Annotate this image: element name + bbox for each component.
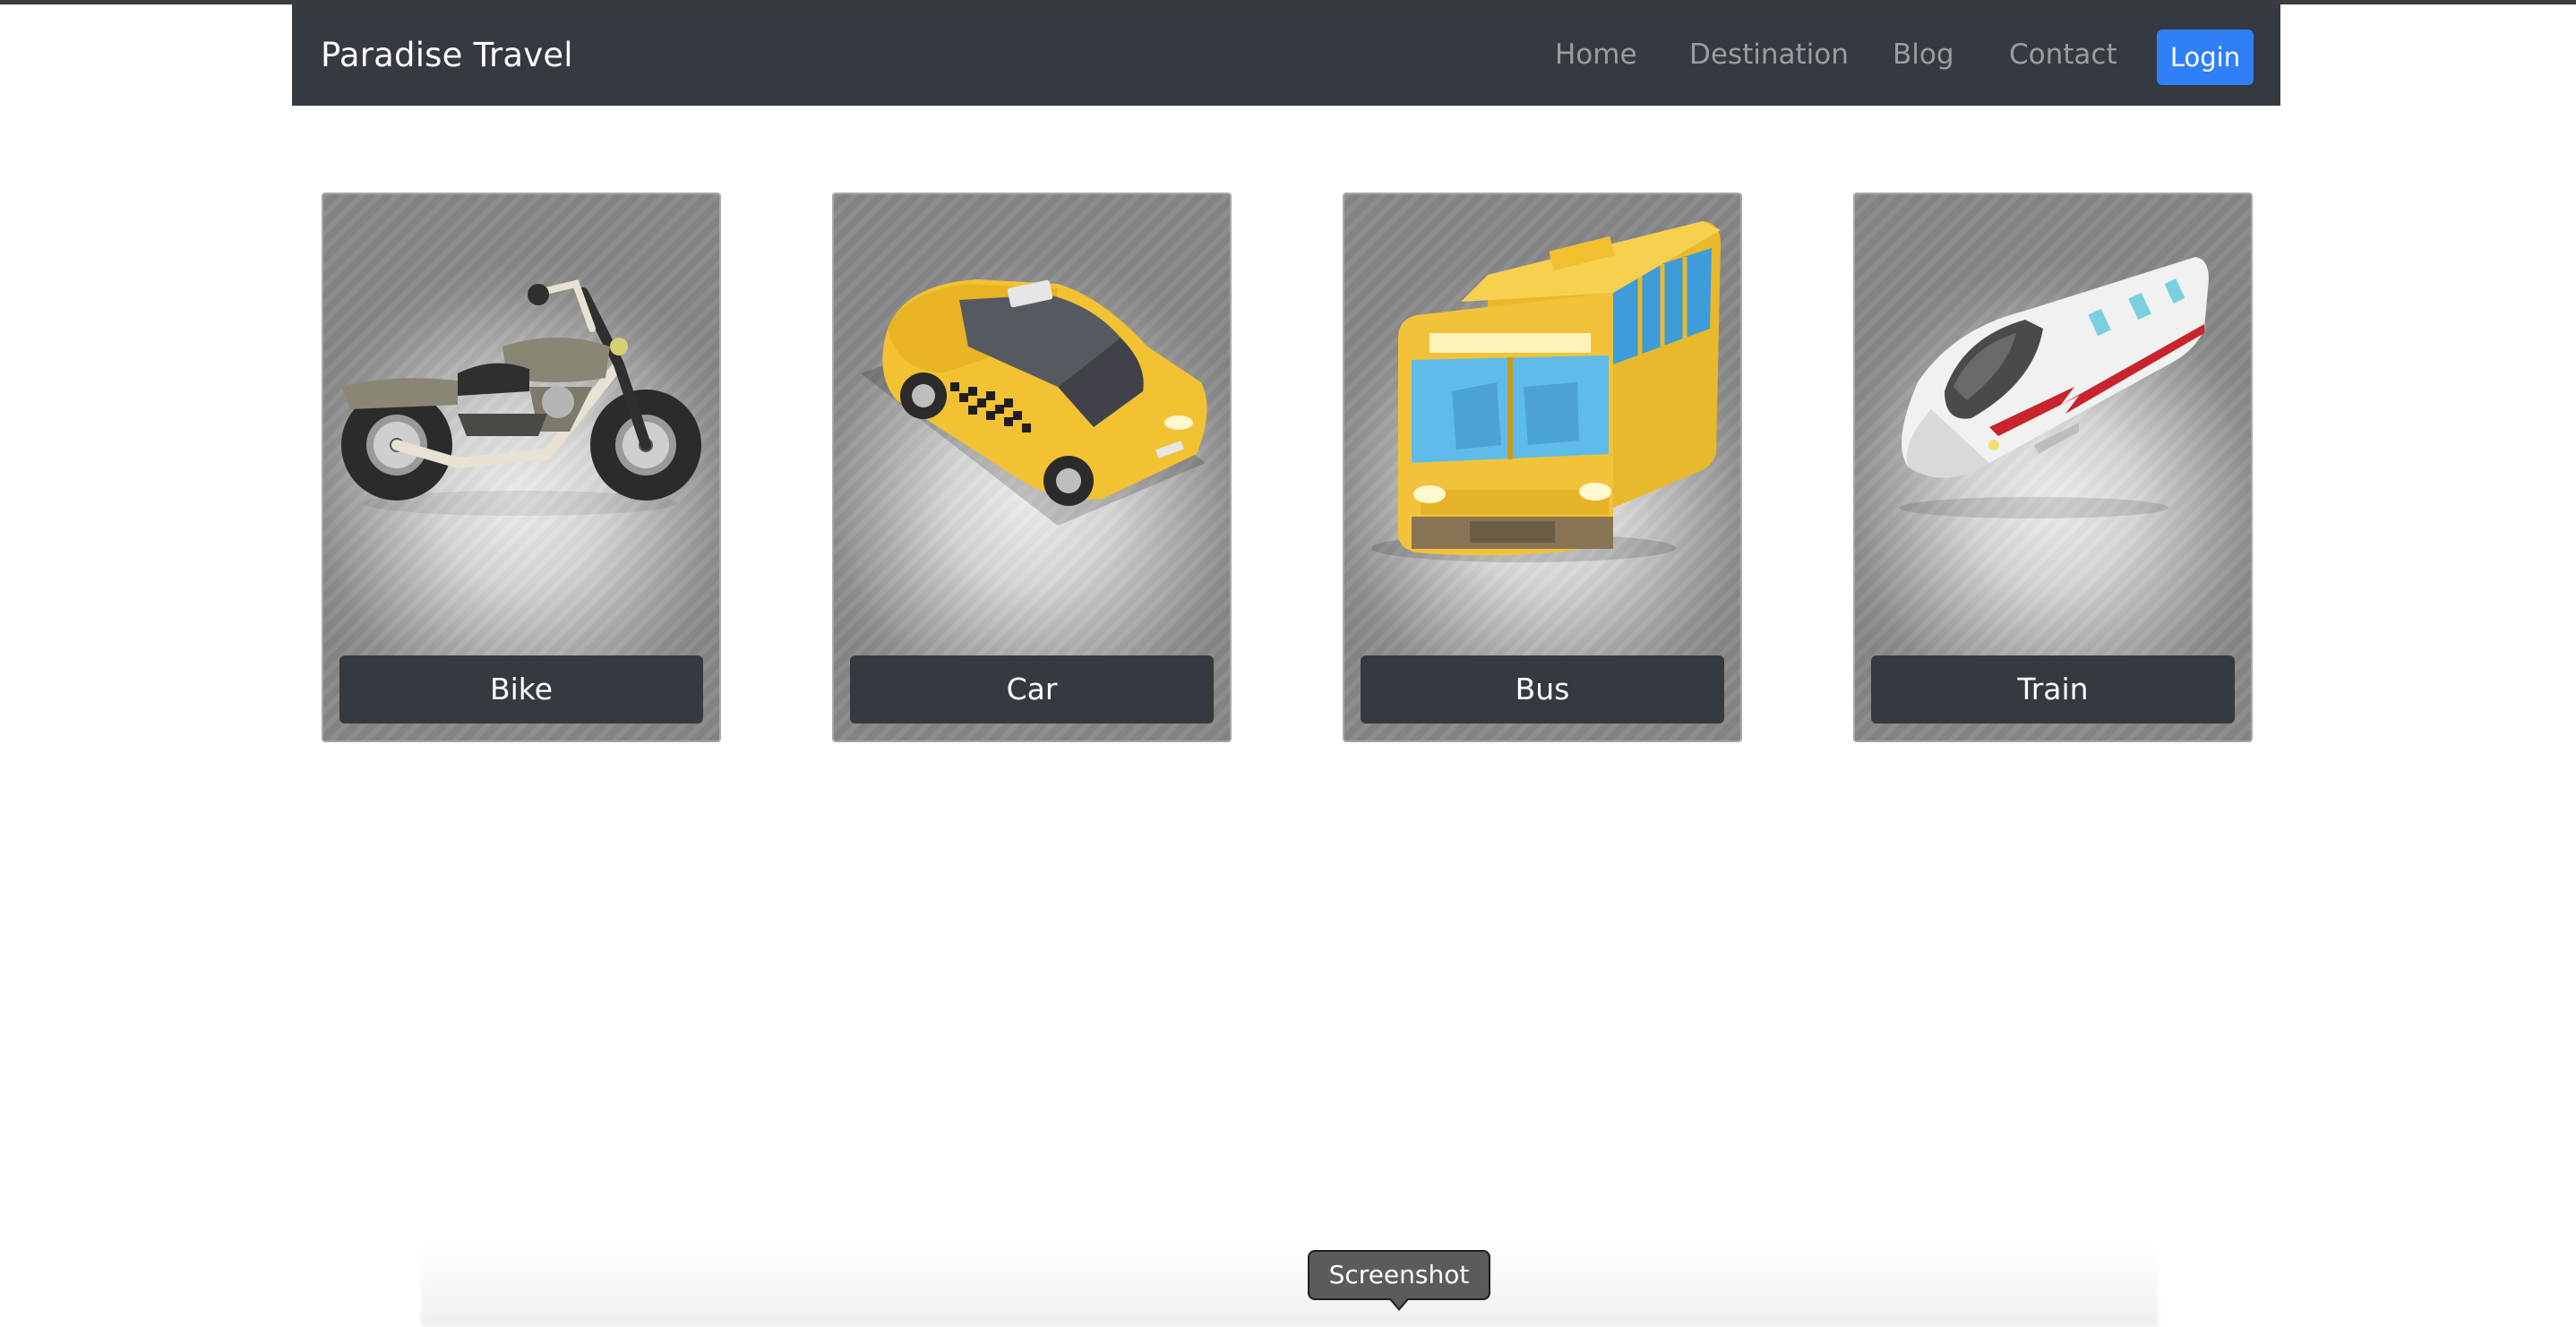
navbar: Paradise Travel Home Destination Blog Co… <box>292 4 2280 106</box>
screenshot-tooltip: Screenshot <box>1308 1250 1490 1300</box>
taxi-car-icon <box>861 279 1207 526</box>
nav-link-contact[interactable]: Contact <box>2009 4 2117 106</box>
nav-link-destination[interactable]: Destination <box>1689 4 1849 106</box>
train-button[interactable]: Train <box>1871 655 2235 723</box>
bike-button[interactable]: Bike <box>339 655 703 723</box>
nav-link-home[interactable]: Home <box>1555 4 1637 106</box>
bus-button[interactable]: Bus <box>1361 655 1724 723</box>
login-button[interactable]: Login <box>2157 30 2254 85</box>
card-train[interactable]: Train <box>1853 193 2253 742</box>
card-bike[interactable]: Bike <box>322 193 721 742</box>
nav-link-blog[interactable]: Blog <box>1893 4 1954 106</box>
tooltip-arrow-inner <box>1390 1297 1408 1308</box>
card-car[interactable]: Car <box>832 193 1232 742</box>
bullet-train-icon <box>1900 257 2209 518</box>
bus-icon <box>1371 221 1721 562</box>
motorcycle-icon <box>341 279 701 516</box>
car-button[interactable]: Car <box>850 655 1214 723</box>
card-bus[interactable]: Bus <box>1343 193 1742 742</box>
brand-logo[interactable]: Paradise Travel <box>321 4 573 106</box>
dock-shadow <box>421 1245 2159 1327</box>
